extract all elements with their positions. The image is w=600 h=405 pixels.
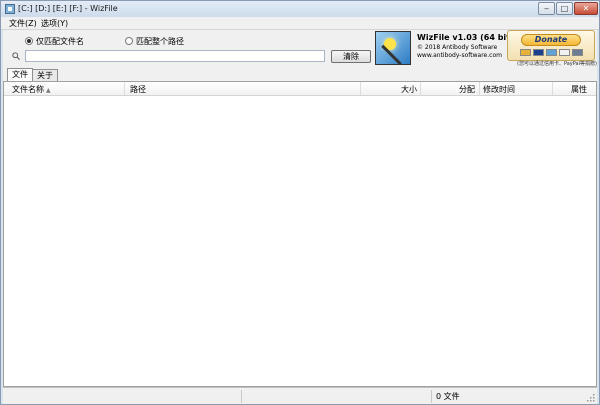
sort-ascending-icon: ▲	[46, 87, 51, 94]
status-bar: 0 文件	[3, 387, 597, 404]
radio-full-path[interactable]	[125, 37, 133, 45]
menu-options[interactable]: 选项(Y)	[41, 18, 68, 29]
window-title: [C:] [D:] [E:] [F:] - WizFile	[18, 4, 118, 13]
title-bar[interactable]: [C:] [D:] [E:] [F:] - WizFile ‒ □ ✕	[1, 1, 599, 17]
minimize-button[interactable]: ‒	[538, 2, 555, 15]
app-icon	[5, 4, 15, 14]
column-filename[interactable]: 文件名称 ▲	[12, 84, 51, 95]
radio-full-path-label[interactable]: 匹配整个路径	[136, 36, 184, 47]
search-panel: 仅匹配文件名 匹配整个路径 清除 WizFile v1.03 (64 bit) …	[3, 30, 597, 67]
maximize-button[interactable]: □	[556, 2, 573, 15]
clear-button[interactable]: 清除	[331, 50, 371, 63]
menu-bar: 文件(Z) 选项(Y)	[1, 17, 599, 30]
donate-button[interactable]: Donate	[521, 34, 581, 46]
resize-grip-icon[interactable]	[585, 392, 595, 402]
bank-icon	[572, 49, 583, 56]
amex-icon	[546, 49, 557, 56]
column-allocated[interactable]: 分配	[459, 84, 475, 95]
donate-hint: (您可以通过信用卡、PayPal等捐赠)	[517, 61, 597, 67]
mastercard-icon	[520, 49, 531, 56]
tab-bar: 文件 关于	[3, 67, 597, 81]
menu-file[interactable]: 文件(Z)	[9, 18, 37, 29]
file-count: 0 文件	[436, 392, 460, 401]
visa-icon	[533, 49, 544, 56]
column-attributes[interactable]: 属性	[571, 84, 587, 95]
website-link[interactable]: www.antibody-software.com	[417, 52, 502, 59]
table-header: 文件名称 ▲ 路径 大小 分配 修改时间 属性	[4, 82, 596, 96]
close-button[interactable]: ✕	[574, 2, 598, 15]
copyright-text: © 2018 Antibody Software	[417, 44, 498, 51]
radio-filename-only-label[interactable]: 仅匹配文件名	[36, 36, 84, 47]
donate-panel: Donate	[507, 30, 595, 61]
app-version: WizFile v1.03 (64 bit)	[417, 33, 514, 42]
tab-files[interactable]: 文件	[7, 68, 33, 81]
wizfile-logo	[375, 31, 411, 65]
results-table[interactable]: 文件名称 ▲ 路径 大小 分配 修改时间 属性	[3, 81, 597, 387]
wizfile-window: [C:] [D:] [E:] [F:] - WizFile ‒ □ ✕ 文件(Z…	[0, 0, 600, 405]
radio-filename-only[interactable]	[25, 37, 33, 45]
discover-icon	[559, 49, 570, 56]
tab-about[interactable]: 关于	[32, 69, 58, 81]
search-icon	[12, 52, 20, 60]
column-path[interactable]: 路径	[130, 84, 146, 95]
search-input[interactable]	[25, 50, 325, 62]
column-modified[interactable]: 修改时间	[483, 84, 515, 95]
column-size[interactable]: 大小	[401, 84, 417, 95]
